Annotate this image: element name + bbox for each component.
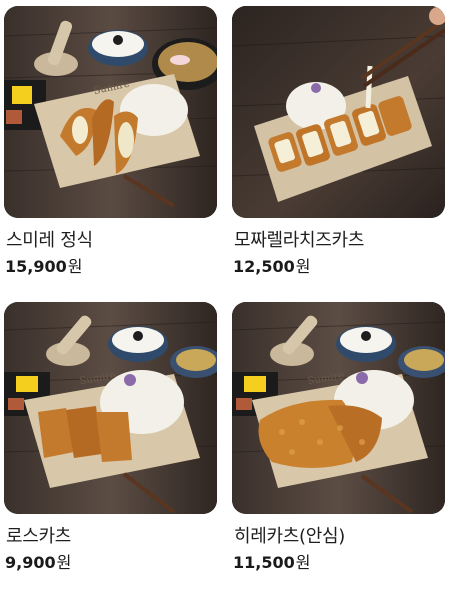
product-image[interactable] xyxy=(232,6,445,218)
product-name[interactable]: 스미레 정식 xyxy=(6,230,218,252)
price-value: 11,500 xyxy=(233,553,295,572)
product-card[interactable]: 모짜렐라치즈카츠 12,500원 xyxy=(232,6,446,277)
product-name[interactable]: 히레카츠(안심) xyxy=(234,526,446,548)
product-image[interactable]: Sumire xyxy=(4,6,217,218)
product-name[interactable]: 모짜렐라치즈카츠 xyxy=(234,230,446,252)
cheese-katsu-photo xyxy=(232,6,445,218)
price-value: 15,900 xyxy=(5,257,67,276)
product-grid: Sumire 스미레 정식 15,900원 모짜렐라치즈카츠 12,500원 S… xyxy=(0,0,462,599)
rosu-katsu-photo: Sumire xyxy=(4,302,217,514)
set-meal-photo: Sumire xyxy=(4,6,217,218)
price-currency: 원 xyxy=(295,257,311,276)
price-currency: 원 xyxy=(67,257,83,276)
price-currency: 원 xyxy=(295,553,311,572)
product-price: 15,900원 xyxy=(5,257,218,277)
product-image[interactable]: Sumire xyxy=(4,302,217,514)
product-price: 9,900원 xyxy=(5,553,218,573)
product-price: 11,500원 xyxy=(233,553,446,573)
product-card[interactable]: Sumire 히레카츠(안심) 11,500원 xyxy=(232,302,446,573)
product-name[interactable]: 로스카츠 xyxy=(6,526,218,548)
price-value: 9,900 xyxy=(5,553,56,572)
price-value: 12,500 xyxy=(233,257,295,276)
hire-katsu-photo: Sumire xyxy=(232,302,445,514)
product-image[interactable]: Sumire xyxy=(232,302,445,514)
product-card[interactable]: Sumire 로스카츠 9,900원 xyxy=(4,302,218,573)
product-card[interactable]: Sumire 스미레 정식 15,900원 xyxy=(4,6,218,277)
product-price: 12,500원 xyxy=(233,257,446,277)
price-currency: 원 xyxy=(56,553,72,572)
